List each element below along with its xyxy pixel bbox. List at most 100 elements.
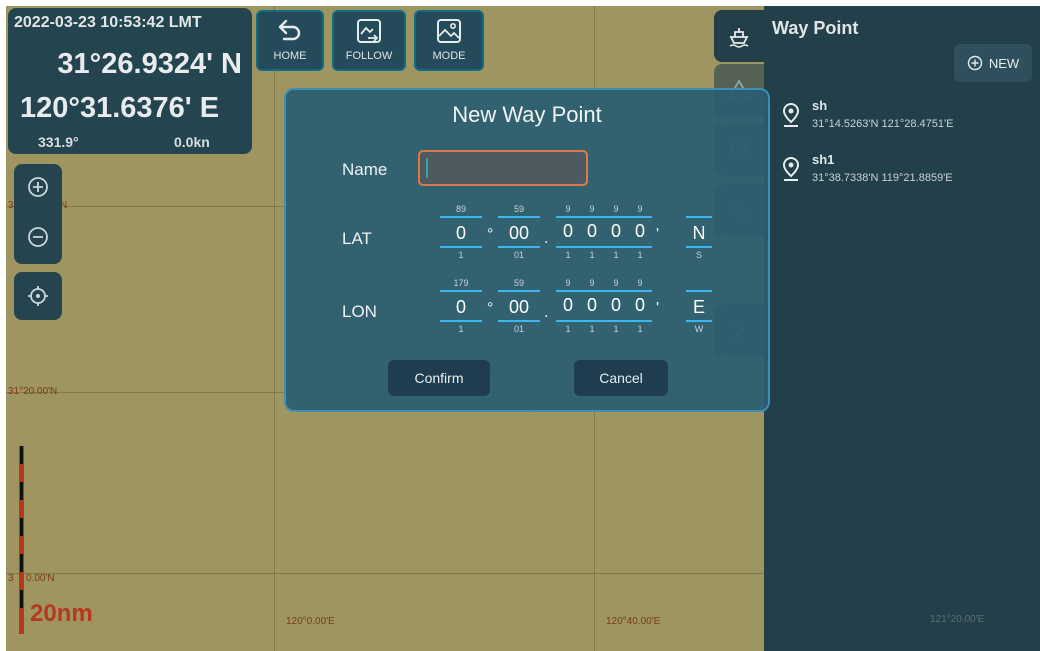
spinner-value: 0 [634,295,645,315]
confirm-button[interactable]: Confirm [388,360,490,396]
spinner-next-value[interactable]: 9 [604,276,628,290]
lon-hemisphere-spinner[interactable]: E W [686,276,712,336]
spinner-next-value[interactable]: 9 [628,202,652,216]
spinner-next-value[interactable]: 9 [580,276,604,290]
lat-hemisphere-spinner[interactable]: N S [686,202,712,262]
spinner-prev-value[interactable]: 1 [440,322,482,336]
spinner-value: 0 [440,290,482,322]
spinner-prev-value[interactable]: 1 [628,248,652,262]
spinner-value: 0 [562,221,573,241]
spinner-prev-value[interactable]: 1 [628,322,652,336]
decimal-point: . [544,230,549,247]
lon-label: LON [342,302,377,321]
lat-degrees-spinner[interactable]: 89 0 1 [440,202,482,262]
text-cursor [426,158,428,178]
list-item[interactable]: sh 31°14.5263'N 121°28.4751'E [764,98,1040,138]
spinner-value: 0 [586,221,597,241]
mode-button[interactable]: MODE [414,10,484,71]
waypoint-coords: 31°14.5263'N 121°28.4751'E [812,118,954,130]
spinner-value: 0 [610,221,621,241]
spinner-prev-value[interactable]: 01 [498,322,540,336]
lat-minutes-spinner[interactable]: 59 00 01 [498,202,540,262]
ship-icon [729,28,749,48]
spinner-prev-value[interactable]: 1 [604,322,628,336]
location-pin-icon [782,102,800,127]
mode-label: MODE [432,50,466,62]
locate-button[interactable] [14,272,62,320]
home-button[interactable]: HOME [256,10,324,71]
lon-digit-2[interactable]: 9 0 1 [580,276,604,336]
name-input[interactable] [418,150,588,186]
zoom-out-button[interactable] [14,214,62,260]
home-label: HOME [273,50,307,62]
spinner-next-value[interactable]: 179 [440,276,482,290]
spinner-prev-value[interactable]: 1 [580,248,604,262]
scale-label: 20nm [30,600,93,627]
crosshair-icon [28,286,48,306]
spinner-value: N [686,216,712,248]
lat-grid-label: 3 [8,573,14,584]
follow-button[interactable]: FOLLOW [332,10,406,71]
lat-digit-1[interactable]: 9 0 1 [556,202,580,262]
latitude-readout: 31°26.9324' N [57,48,242,80]
plus-circle-icon [967,55,983,71]
lon-grid-label: 120°40.00'E [606,616,661,627]
spinner-prev-value[interactable]: 1 [556,322,580,336]
zoom-in-button[interactable] [14,164,62,210]
new-waypoint-dialog: New Way Point Name LAT 89 0 1 ° 59 00 01… [284,88,770,412]
spinner-next-value[interactable]: 89 [440,202,482,216]
spinner-value: E [686,290,712,322]
spinner-next-value[interactable]: 59 [498,276,540,290]
spinner-prev-value[interactable]: 1 [440,248,482,262]
spinner-value: 0 [562,295,573,315]
spinner-prev-value[interactable]: 1 [580,322,604,336]
spinner-value: 00 [498,290,540,322]
cancel-button[interactable]: Cancel [574,360,668,396]
lon-grid-label: 121°20.00'E [930,614,985,625]
lat-grid-label: 0.00'N [26,573,55,584]
spinner-next-value[interactable]: 9 [604,202,628,216]
lon-minutes-spinner[interactable]: 59 00 01 [498,276,540,336]
follow-label: FOLLOW [345,50,393,62]
spinner-value: 0 [440,216,482,248]
spinner-prev-value[interactable]: W [686,322,712,336]
lon-digit-4[interactable]: 9 0 1 [628,276,652,336]
follow-image-icon [357,19,381,43]
dialog-title: New Way Point [452,102,602,127]
spinner-next-value[interactable]: 9 [556,202,580,216]
degree-symbol: ° [487,300,494,317]
spinner-value: 00 [498,216,540,248]
location-pin-icon [782,156,800,181]
lat-digit-4[interactable]: 9 0 1 [628,202,652,262]
spinner-value: 0 [610,295,621,315]
speed-readout: 0.0kn [174,134,210,150]
spinner-next-value[interactable] [686,276,712,290]
spinner-value: 0 [586,295,597,315]
tab-ship[interactable] [714,10,764,62]
spinner-prev-value[interactable]: 1 [556,248,580,262]
lon-digit-3[interactable]: 9 0 1 [604,276,628,336]
spinner-next-value[interactable]: 9 [580,202,604,216]
lon-digit-1[interactable]: 9 0 1 [556,276,580,336]
spinner-prev-value[interactable]: 1 [604,248,628,262]
decimal-point: . [544,304,549,321]
lat-digit-3[interactable]: 9 0 1 [604,202,628,262]
lat-label: LAT [342,229,372,248]
position-info-panel: 2022-03-23 10:53:42 LMT 31°26.9324' N 12… [8,8,252,154]
waypoint-name: sh1 [812,152,835,167]
undo-arrow-icon [278,19,301,41]
spinner-prev-value[interactable]: 01 [498,248,540,262]
waypoint-coords: 31°38.7338'N 119°21.8859'E [812,172,953,184]
spinner-next-value[interactable]: 9 [556,276,580,290]
spinner-next-value[interactable]: 59 [498,202,540,216]
lon-degrees-spinner[interactable]: 179 0 1 [440,276,482,336]
minute-symbol: ' [656,226,660,243]
spinner-prev-value[interactable]: S [686,248,712,262]
panel-title: Way Point [772,18,859,38]
spinner-next-value[interactable]: 9 [628,276,652,290]
new-waypoint-button[interactable]: NEW [954,44,1032,82]
list-item[interactable]: sh1 31°38.7338'N 119°21.8859'E [764,152,1040,192]
spinner-next-value[interactable] [686,202,712,216]
waypoint-panel: Way Point NEW sh 31°14.5263'N 121°28.475… [764,6,1040,651]
lat-digit-2[interactable]: 9 0 1 [580,202,604,262]
